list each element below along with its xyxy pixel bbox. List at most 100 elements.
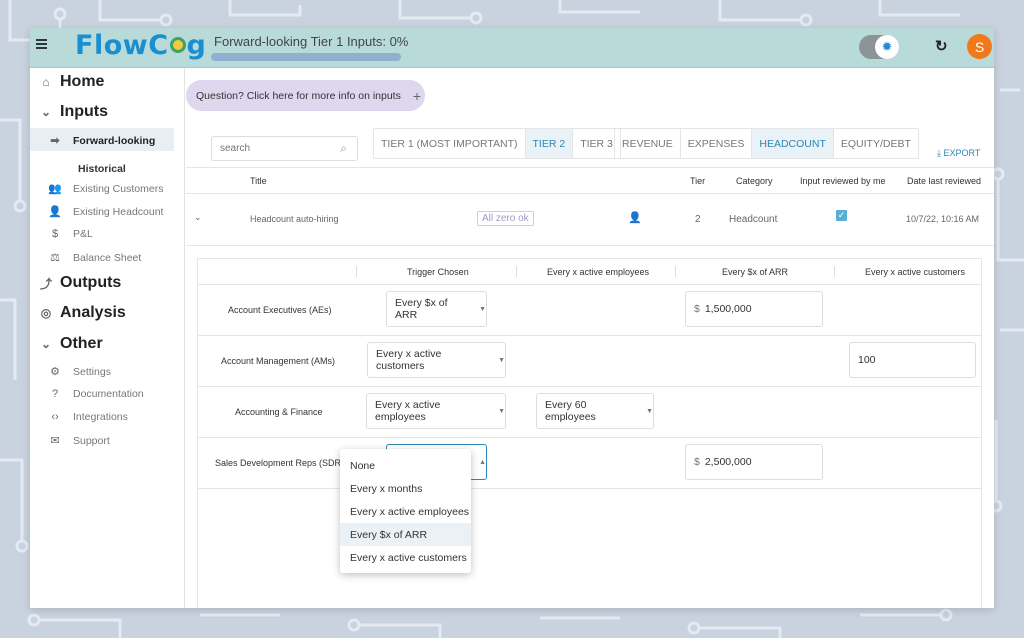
- app-window: FlowC g Forward-looking Tier 1 Inputs: 0%…: [30, 28, 994, 608]
- dollar-icon: $: [51, 228, 59, 240]
- table-header: Title Tier Category Input reviewed by me…: [186, 167, 994, 194]
- sidebar: ⌂ Home ⌄ Inputs ➡ Forward-looking Historica…: [30, 68, 185, 608]
- sidebar-item-label: Inputs: [60, 103, 108, 120]
- trigger-select[interactable]: Every x active customers ▼: [367, 342, 506, 378]
- sidebar-item-inputs[interactable]: ⌄ Inputs: [38, 103, 108, 121]
- sidebar-item-label: P&L: [73, 228, 93, 240]
- dropdown-option-arr[interactable]: Every $x of ARR: [340, 523, 471, 546]
- search-input[interactable]: [220, 143, 330, 154]
- trigger-dropdown-menu: None Every x months Every x active emplo…: [340, 449, 471, 573]
- dropdown-option-none[interactable]: None: [340, 454, 471, 477]
- column-every-x-customers: Every x active customers: [865, 267, 966, 277]
- employees-select[interactable]: Every 60 employees ▼: [536, 393, 654, 429]
- customers-input[interactable]: 100: [849, 342, 976, 378]
- avatar[interactable]: S: [967, 34, 992, 59]
- row-date: 10/7/22, 10:16 AM: [906, 214, 980, 224]
- column-divider: [675, 266, 676, 277]
- select-value: Every x active employees: [375, 399, 441, 423]
- trigger-select[interactable]: Every x active employees ▼: [366, 393, 506, 429]
- sidebar-item-other[interactable]: ⌄ Other: [38, 335, 103, 353]
- sidebar-item-outputs[interactable]: ⤴ Outputs: [38, 274, 121, 292]
- currency-prefix: $: [694, 456, 700, 468]
- export-button[interactable]: ⤓ EXPORT: [937, 148, 980, 159]
- tab-tier-1[interactable]: TIER 1 (MOST IMPORTANT): [374, 129, 526, 158]
- chevron-down-icon: ⌄: [40, 337, 52, 351]
- question-info-button[interactable]: Question? Click here for more info on in…: [186, 80, 425, 111]
- theme-toggle[interactable]: ✹: [859, 35, 899, 59]
- dropdown-option-months[interactable]: Every x months: [340, 477, 471, 500]
- search-icon: ⌕: [340, 141, 347, 155]
- row-category: Headcount: [729, 214, 778, 225]
- target-icon: ◎: [40, 306, 52, 320]
- arrow-right-icon: ➡: [50, 135, 60, 147]
- question-label: Question? Click here for more info on in…: [196, 89, 401, 102]
- caret-down-icon: ▼: [646, 407, 653, 415]
- dropdown-option-customers[interactable]: Every x active customers: [340, 546, 471, 569]
- sidebar-item-analysis[interactable]: ◎ Analysis: [38, 304, 126, 322]
- row-label: Account Management (AMs): [221, 356, 336, 366]
- currency-prefix: $: [694, 303, 700, 315]
- sidebar-item-label: Integrations: [73, 411, 128, 423]
- tab-revenue[interactable]: REVENUE: [615, 129, 681, 158]
- auto-hiring-subtable: Trigger Chosen Every x active employees …: [197, 258, 982, 608]
- cog-icon: [169, 36, 186, 53]
- scale-icon: ⚖: [50, 252, 60, 264]
- column-divider: [516, 266, 517, 277]
- select-value: Every 60 employees: [545, 399, 596, 423]
- sidebar-item-forward-looking[interactable]: ➡ Forward-looking: [48, 134, 155, 148]
- tab-tier-2[interactable]: TIER 2: [525, 129, 574, 158]
- input-value: 1,500,000: [704, 303, 752, 315]
- sidebar-section-historical: Historical: [78, 163, 126, 175]
- sidebar-item-label: Analysis: [60, 304, 126, 321]
- select-value: Every $x of ARR: [395, 297, 448, 321]
- tab-headcount[interactable]: HEADCOUNT: [752, 129, 834, 158]
- reviewed-checkbox[interactable]: ✓: [836, 210, 847, 221]
- tab-equity-debt[interactable]: EQUITY/DEBT: [834, 129, 918, 158]
- sidebar-item-integrations[interactable]: ‹› Integrations: [48, 411, 128, 423]
- export-label: EXPORT: [943, 148, 981, 158]
- column-every-x-employees: Every x active employees: [547, 267, 650, 277]
- tab-expenses[interactable]: EXPENSES: [681, 129, 753, 158]
- sidebar-item-existing-customers[interactable]: 👥 Existing Customers: [48, 182, 163, 196]
- sidebar-item-label: Documentation: [73, 388, 144, 400]
- sidebar-item-home[interactable]: ⌂ Home: [38, 73, 104, 91]
- input-value: 100: [858, 354, 876, 366]
- dropdown-option-employees[interactable]: Every x active employees: [340, 500, 471, 523]
- mail-icon: ✉: [50, 435, 60, 447]
- help-icon: ?: [51, 388, 59, 400]
- top-bar: FlowC g Forward-looking Tier 1 Inputs: 0%…: [30, 28, 994, 68]
- column-tier: Tier: [690, 176, 706, 186]
- progress-bar: [211, 53, 401, 61]
- table-row[interactable]: ⌄ Headcount auto-hiring All zero ok 👤 2 …: [186, 194, 994, 246]
- customers-icon: 👥: [48, 183, 62, 195]
- logo[interactable]: FlowC g: [75, 30, 206, 61]
- column-date: Date last reviewed: [907, 176, 982, 186]
- arr-input[interactable]: $2,500,000: [685, 444, 823, 480]
- expand-chevron-icon[interactable]: ⌄: [194, 212, 202, 223]
- sidebar-item-label: Outputs: [60, 274, 122, 291]
- column-divider: [356, 266, 357, 277]
- caret-up-icon: ▲: [479, 458, 486, 466]
- tab-tier-3[interactable]: TIER 3: [573, 129, 620, 158]
- sidebar-item-support[interactable]: ✉ Support: [48, 434, 109, 448]
- home-icon: ⌂: [42, 75, 50, 89]
- trigger-select[interactable]: Every $x of ARR ▼: [386, 291, 487, 327]
- trend-icon: ⤴: [39, 276, 52, 291]
- sidebar-item-settings[interactable]: ⚙ Settings: [48, 365, 111, 379]
- refresh-icon[interactable]: ↻: [935, 37, 948, 55]
- row-label: Accounting & Finance: [235, 407, 323, 417]
- sidebar-item-documentation[interactable]: ? Documentation: [48, 388, 144, 400]
- arr-input[interactable]: $1,500,000: [685, 291, 823, 327]
- tier-tabs: TIER 1 (MOST IMPORTANT) TIER 2 TIER 3: [373, 128, 621, 159]
- sun-icon: ✹: [875, 35, 899, 59]
- caret-down-icon: ▼: [479, 305, 486, 313]
- column-divider: [834, 266, 835, 277]
- caret-down-icon: ▼: [498, 407, 505, 415]
- main-content: Question? Click here for more info on in…: [186, 68, 994, 608]
- search-field[interactable]: ⌕: [211, 136, 358, 161]
- sidebar-item-pnl[interactable]: $ P&L: [48, 228, 93, 240]
- sidebar-item-existing-headcount[interactable]: 👤 Existing Headcount: [48, 205, 163, 219]
- hamburger-icon[interactable]: [36, 39, 48, 51]
- sidebar-item-balance-sheet[interactable]: ⚖ Balance Sheet: [48, 251, 141, 265]
- row-tier: 2: [695, 214, 701, 225]
